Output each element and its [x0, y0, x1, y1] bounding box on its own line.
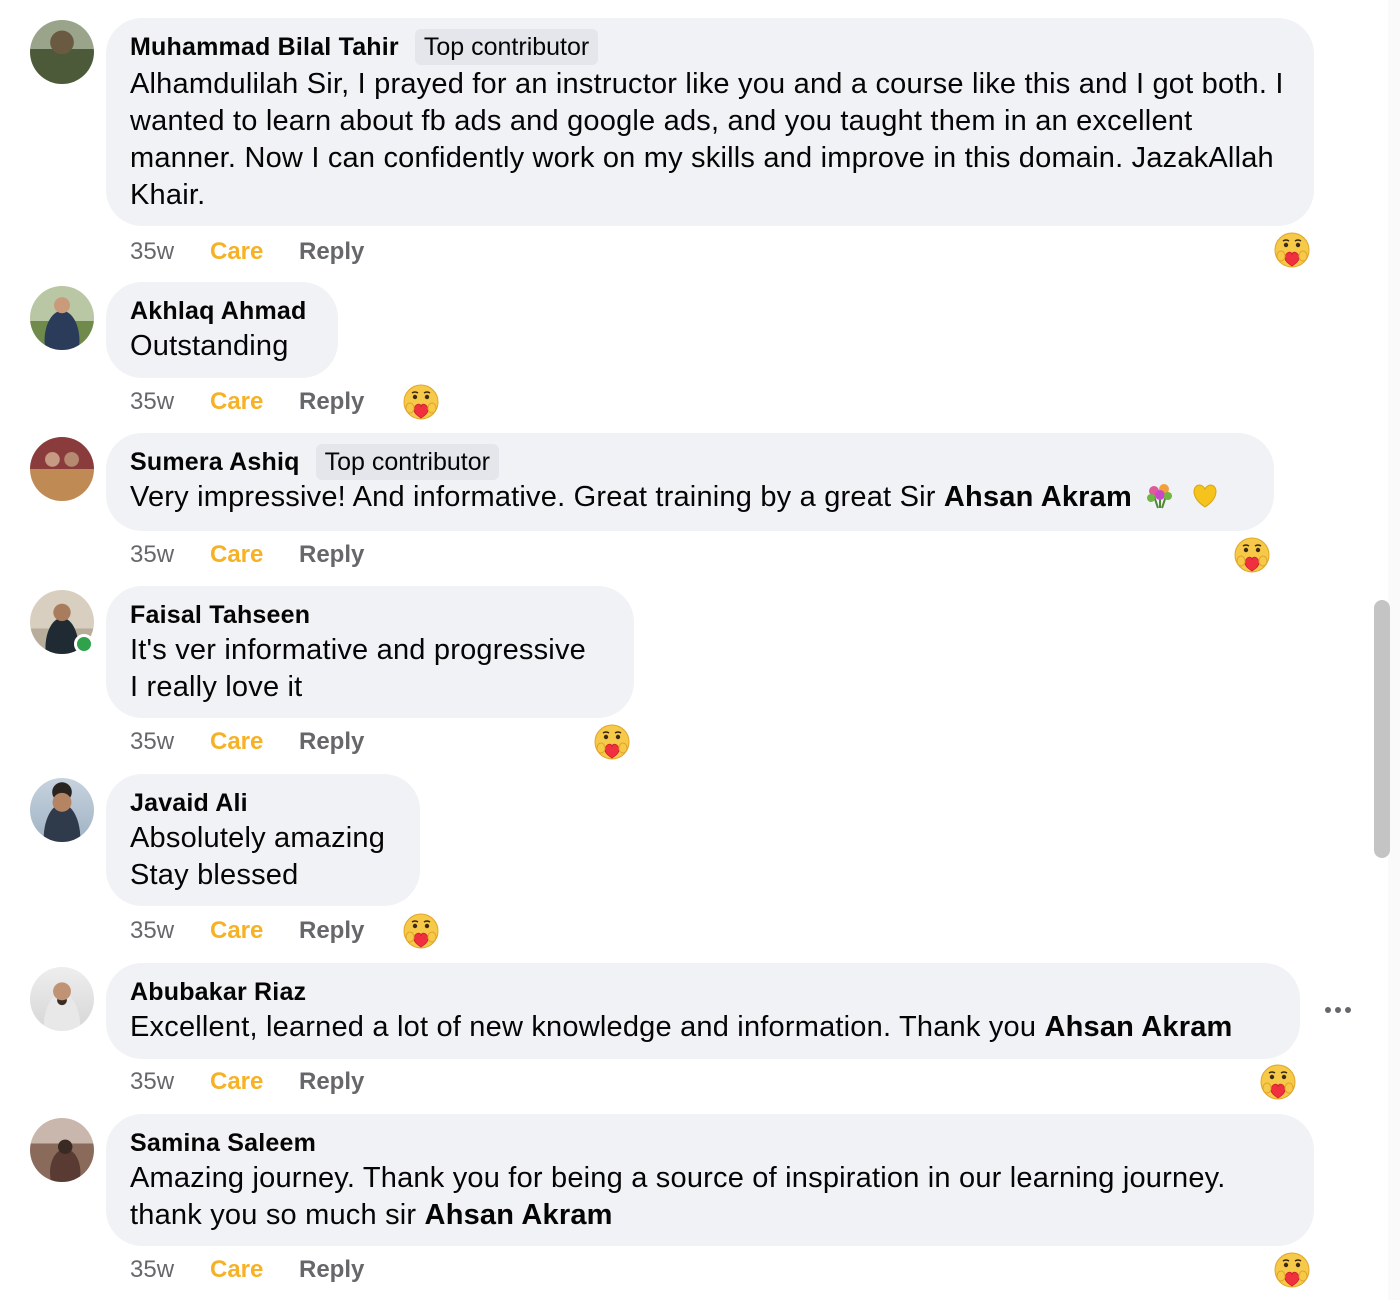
- avatar[interactable]: [30, 590, 94, 654]
- care-reaction-button[interactable]: Care: [210, 1256, 299, 1284]
- top-contributor-badge: Top contributor: [315, 444, 499, 480]
- timestamp[interactable]: 35w: [130, 238, 210, 266]
- commenter-name[interactable]: Abubakar Riaz: [130, 978, 306, 1007]
- comment-bubble: Javaid Ali Absolutely amazing Stay bless…: [106, 774, 420, 906]
- care-reaction-button[interactable]: Care: [210, 1068, 299, 1096]
- timestamp[interactable]: 35w: [130, 541, 210, 569]
- care-reaction-button[interactable]: Care: [210, 917, 299, 945]
- comment-actions: 35w Care Reply: [130, 1252, 364, 1288]
- timestamp[interactable]: 35w: [130, 728, 210, 756]
- timestamp[interactable]: 35w: [130, 388, 210, 416]
- comment-text: Very impressive! And informative. Great …: [130, 479, 1250, 516]
- bouquet-emoji: [1147, 484, 1173, 509]
- reply-button[interactable]: Reply: [299, 388, 364, 416]
- comment-bubble: Abubakar Riaz Excellent, learned a lot o…: [106, 963, 1300, 1059]
- care-reaction-icon[interactable]: [1272, 1250, 1312, 1290]
- avatar[interactable]: [30, 967, 94, 1031]
- comment-bubble: Muhammad Bilal Tahir Top contributor Alh…: [106, 18, 1314, 226]
- avatar[interactable]: [30, 1118, 94, 1182]
- timestamp[interactable]: 35w: [130, 1068, 210, 1096]
- care-reaction-icon[interactable]: [1258, 1062, 1298, 1102]
- care-reaction-button[interactable]: Care: [210, 238, 299, 266]
- reply-button[interactable]: Reply: [299, 238, 364, 266]
- comment-actions: 35w Care Reply: [130, 724, 364, 760]
- reply-button[interactable]: Reply: [299, 1256, 364, 1284]
- comment-text: Alhamdulilah Sir, I prayed for an instru…: [130, 68, 1284, 211]
- commenter-name[interactable]: Muhammad Bilal Tahir: [130, 33, 399, 62]
- comment-bubble: Sumera Ashiq Top contributor Very impres…: [106, 433, 1274, 531]
- comment-text: Outstanding: [130, 330, 289, 362]
- reply-button[interactable]: Reply: [299, 541, 364, 569]
- care-reaction-icon[interactable]: [401, 911, 441, 951]
- care-reaction-button[interactable]: Care: [210, 541, 299, 569]
- reply-button[interactable]: Reply: [299, 917, 364, 945]
- comment-text-line: Stay blessed: [130, 859, 299, 891]
- yellow-heart-emoji: [1193, 484, 1216, 508]
- commenter-name[interactable]: Sumera Ashiq: [130, 448, 300, 477]
- comment-actions: 35w Care Reply: [130, 537, 364, 573]
- comment-bubble: Akhlaq Ahmad Outstanding: [106, 282, 338, 378]
- commenter-name[interactable]: Faisal Tahseen: [130, 601, 310, 630]
- timestamp[interactable]: 35w: [130, 917, 210, 945]
- comment-actions: 35w Care Reply: [130, 234, 364, 270]
- avatar[interactable]: [30, 286, 94, 350]
- timestamp[interactable]: 35w: [130, 1256, 210, 1284]
- avatar[interactable]: [30, 778, 94, 842]
- care-reaction-icon[interactable]: [1232, 535, 1272, 575]
- comment-text: Excellent, learned a lot of new knowledg…: [130, 1011, 1233, 1043]
- care-reaction-icon[interactable]: [592, 722, 632, 762]
- comment-text-line: thank you so much sir Ahsan Akram: [130, 1199, 613, 1231]
- reply-button[interactable]: Reply: [299, 1068, 364, 1096]
- commenter-name[interactable]: Samina Saleem: [130, 1129, 316, 1158]
- comment-text-line: I really love it: [130, 671, 303, 703]
- care-reaction-button[interactable]: Care: [210, 388, 299, 416]
- avatar[interactable]: [30, 437, 94, 501]
- care-reaction-button[interactable]: Care: [210, 728, 299, 756]
- avatar[interactable]: [30, 20, 94, 84]
- comment-text-line: Amazing journey. Thank you for being a s…: [130, 1162, 1226, 1194]
- care-reaction-icon[interactable]: [401, 382, 441, 422]
- comment-text-line: It's ver informative and progressive: [130, 634, 586, 666]
- comments-list: Muhammad Bilal Tahir Top contributor Alh…: [0, 0, 1400, 1300]
- top-contributor-badge: Top contributor: [414, 29, 599, 65]
- more-options-icon[interactable]: [1322, 996, 1354, 1024]
- mention-link[interactable]: Ahsan Akram: [1044, 1011, 1232, 1043]
- commenter-name[interactable]: Akhlaq Ahmad: [130, 297, 307, 326]
- commenter-name[interactable]: Javaid Ali: [130, 789, 248, 818]
- comment-actions: 35w Care Reply: [130, 913, 364, 949]
- comment-actions: 35w Care Reply: [130, 1064, 364, 1100]
- reply-button[interactable]: Reply: [299, 728, 364, 756]
- care-reaction-icon[interactable]: [1272, 230, 1312, 270]
- comment-bubble: Samina Saleem Amazing journey. Thank you…: [106, 1114, 1314, 1246]
- online-status-indicator: [74, 634, 94, 654]
- mention-link[interactable]: Ahsan Akram: [425, 1199, 613, 1231]
- comment-text-line: Absolutely amazing: [130, 822, 386, 854]
- scrollbar-thumb[interactable]: [1374, 600, 1390, 858]
- mention-link[interactable]: Ahsan Akram: [944, 481, 1132, 513]
- comment-bubble: Faisal Tahseen It's ver informative and …: [106, 586, 634, 718]
- comment-actions: 35w Care Reply: [130, 384, 364, 420]
